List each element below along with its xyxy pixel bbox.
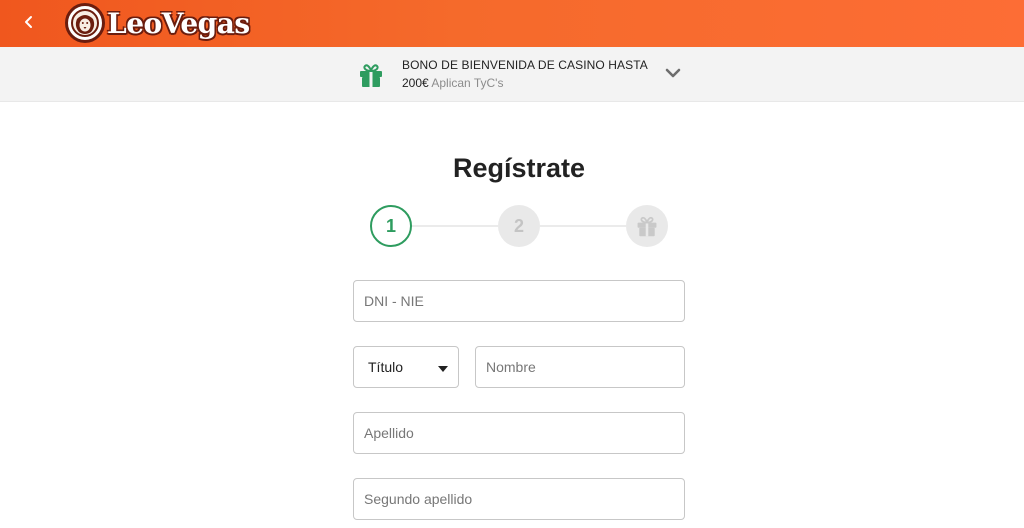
registration-stepper: 1 2 [370,205,668,247]
nombre-input[interactable]: Nombre [475,346,685,388]
step-reward [626,205,668,247]
caret-down-icon [438,366,448,372]
bonus-headline: BONO DE BIENVENIDA DE CASINO HASTA [402,58,648,72]
dni-nie-input[interactable]: DNI - NIE [353,280,685,322]
step-1: 1 [370,205,412,247]
bonus-subline: 200€ Aplican TyC's [402,76,503,90]
segundo-apellido-input[interactable]: Segundo apellido [353,478,685,520]
apellido-input[interactable]: Apellido [353,412,685,454]
step-2: 2 [498,205,540,247]
titulo-select[interactable]: Título [353,346,459,388]
titulo-selected-value: Título [368,359,404,375]
bonus-banner[interactable]: BONO DE BIENVENIDA DE CASINO HASTA 200€ … [0,47,1024,102]
back-button[interactable] [16,9,42,35]
brand-name: LeoVegas [107,6,250,40]
lion-logo-icon [65,3,105,43]
apellido-placeholder: Apellido [364,425,414,441]
dni-nie-placeholder: DNI - NIE [364,293,424,309]
segundo-apellido-placeholder: Segundo apellido [364,491,473,507]
top-header: LeoVegas [0,0,1024,47]
brand-logo[interactable]: LeoVegas [65,3,250,43]
bonus-terms: Aplican TyC's [431,76,504,90]
gift-icon [360,64,382,87]
step-connector [540,225,626,227]
gift-icon [637,216,657,237]
bonus-amount: 200€ [402,76,429,90]
chevron-left-icon [25,16,32,28]
chevron-down-icon[interactable] [663,65,683,81]
page-title: Regístrate [452,153,586,183]
nombre-placeholder: Nombre [486,359,536,375]
step-connector [412,225,498,227]
